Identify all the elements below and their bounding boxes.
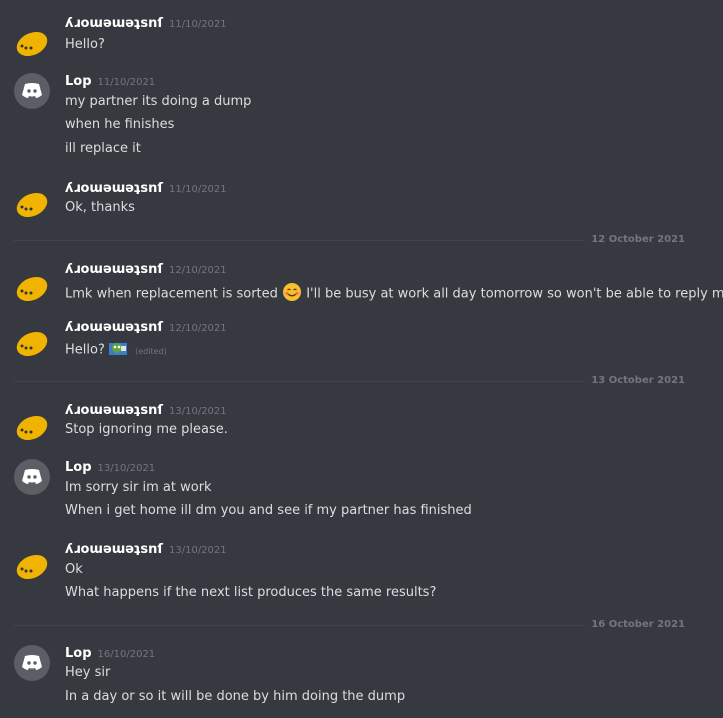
timestamp: 13/10/2021 bbox=[97, 463, 156, 474]
message-text: Ok, thanks bbox=[65, 200, 135, 215]
date-divider-label: 16 October 2021 bbox=[585, 619, 691, 630]
discord-logo-icon[interactable] bbox=[14, 73, 50, 109]
discord-logo-icon[interactable] bbox=[14, 645, 50, 681]
username[interactable]: ʎɹoɯǝɯǝʇsnſ 11/10/2021 bbox=[65, 16, 227, 31]
discord-logo-icon[interactable] bbox=[14, 459, 50, 495]
timestamp: 13/10/2021 bbox=[169, 406, 227, 417]
message-text: When i get home ill dm you and see if my… bbox=[65, 503, 472, 518]
smiling-face-emoji-icon bbox=[282, 282, 302, 306]
timestamp: 11/10/2021 bbox=[169, 19, 227, 30]
username[interactable]: Lop 11/10/2021 bbox=[65, 74, 155, 89]
username[interactable]: ʎɹoɯǝɯǝʇsnſ 11/10/2021 bbox=[65, 181, 227, 196]
timestamp: 12/10/2021 bbox=[169, 265, 227, 276]
message-text: ill replace it bbox=[65, 141, 141, 156]
pepe-emoji-icon bbox=[109, 340, 127, 360]
message-text: What happens if the next list produces t… bbox=[65, 585, 437, 600]
date-divider-label: 12 October 2021 bbox=[585, 234, 691, 245]
message-text: Im sorry sir im at work bbox=[65, 480, 212, 495]
username[interactable]: Lop 13/10/2021 bbox=[65, 460, 155, 475]
message-text: Stop ignoring me please. bbox=[65, 422, 228, 437]
message-text: Hello? bbox=[65, 37, 105, 52]
timestamp: 13/10/2021 bbox=[169, 545, 227, 556]
yellow-blob-avatar-icon[interactable] bbox=[14, 185, 50, 221]
yellow-blob-avatar-icon[interactable] bbox=[14, 408, 50, 444]
message-text: Hello? (edited) bbox=[65, 340, 167, 360]
timestamp: 16/10/2021 bbox=[97, 649, 156, 660]
timestamp: 11/10/2021 bbox=[169, 184, 227, 195]
yellow-blob-avatar-icon[interactable] bbox=[14, 269, 50, 305]
yellow-blob-avatar-icon[interactable] bbox=[14, 24, 50, 60]
username[interactable]: ʎɹoɯǝɯǝʇsnſ 13/10/2021 bbox=[65, 403, 227, 418]
message-text: my partner its doing a dump bbox=[65, 94, 252, 109]
timestamp: 12/10/2021 bbox=[169, 323, 227, 334]
message-text: when he finishes bbox=[65, 117, 175, 132]
username[interactable]: Lop 16/10/2021 bbox=[65, 646, 155, 661]
date-divider-label: 13 October 2021 bbox=[585, 375, 691, 386]
username[interactable]: ʎɹoɯǝɯǝʇsnſ 12/10/2021 bbox=[65, 320, 227, 335]
message-text: In a day or so it will be done by him do… bbox=[65, 689, 406, 704]
message-text: Hey sir bbox=[65, 665, 111, 680]
username[interactable]: ʎɹoɯǝɯǝʇsnſ 12/10/2021 bbox=[65, 262, 227, 277]
message-text: Lmk when replacement is sorted I'll be b… bbox=[65, 282, 723, 306]
yellow-blob-avatar-icon[interactable] bbox=[14, 547, 50, 583]
yellow-blob-avatar-icon[interactable] bbox=[14, 324, 50, 360]
message-text: Ok bbox=[65, 562, 83, 577]
username[interactable]: ʎɹoɯǝɯǝʇsnſ 13/10/2021 bbox=[65, 542, 227, 557]
edited-label: (edited) bbox=[135, 346, 167, 356]
timestamp: 11/10/2021 bbox=[97, 77, 156, 88]
